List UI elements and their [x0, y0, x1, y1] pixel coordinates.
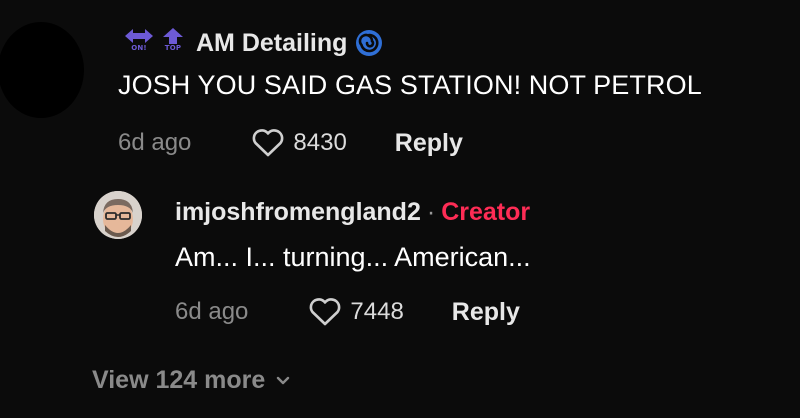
creator-label: Creator [441, 198, 531, 226]
heart-icon[interactable] [308, 297, 342, 327]
heart-icon[interactable] [251, 128, 285, 158]
comment-meta: 6d ago 7448 Reply [175, 297, 520, 327]
avatar[interactable] [0, 22, 84, 118]
timestamp: 6d ago [175, 298, 249, 325]
username[interactable]: AM Detailing [196, 29, 347, 58]
reply-button[interactable]: Reply [395, 129, 463, 158]
comment-header: ON! TOP AM Detailing [122, 28, 385, 58]
like-count: 7448 [350, 298, 404, 325]
comment-meta: 6d ago 8430 Reply [118, 128, 463, 158]
timestamp: 6d ago [118, 129, 192, 156]
view-more-replies-button[interactable]: View 124 more [92, 366, 291, 395]
reply-button[interactable]: Reply [452, 298, 520, 327]
double-arrow-icon: ON! [122, 28, 156, 58]
username[interactable]: imjoshfromengland2 [175, 198, 421, 227]
arrow-up-icon: TOP [156, 28, 190, 58]
like-count: 8430 [293, 129, 347, 156]
chevron-down-icon [275, 375, 291, 387]
comment-text: JOSH YOU SAID GAS STATION! NOT PETROL [118, 70, 702, 100]
reply-header: imjoshfromengland2 · Creator [175, 198, 530, 227]
separator: · [426, 198, 436, 226]
comment-text: Am... I... turning... American... [175, 242, 531, 272]
avatar[interactable] [94, 191, 142, 239]
view-more-label: View 124 more [92, 366, 266, 394]
spiral-badge-icon [355, 28, 385, 58]
